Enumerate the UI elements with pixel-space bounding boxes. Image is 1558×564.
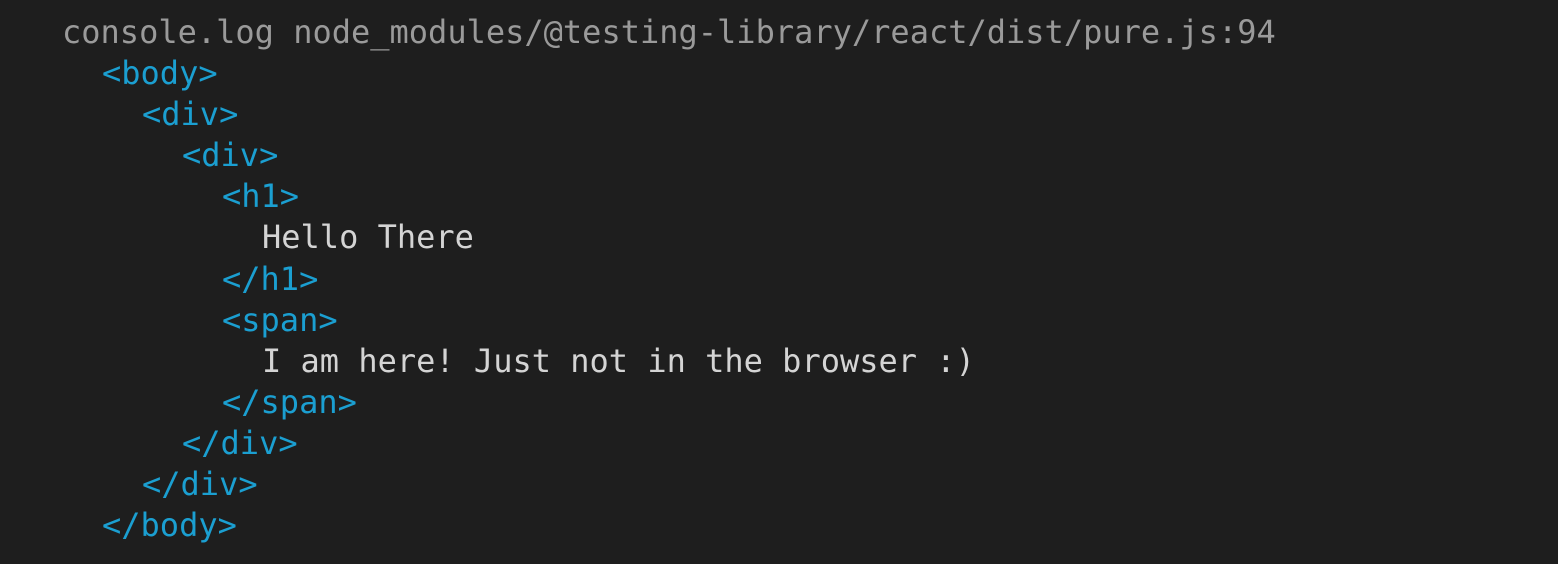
- tag-div-close-inner: </div>: [182, 423, 298, 462]
- tag-h1-close: </h1>: [222, 259, 319, 298]
- tag-span-close: </span>: [222, 382, 357, 421]
- tag-div-open-outer: <div>: [142, 95, 239, 134]
- tag-div-close-outer: </div>: [142, 465, 258, 504]
- console-log-source: console.log node_modules/@testing-librar…: [62, 13, 1276, 51]
- span-text: I am here! Just not in the browser :): [262, 341, 975, 380]
- tag-body-close: </body>: [102, 506, 237, 545]
- tag-h1-open: <h1>: [222, 177, 300, 216]
- console-output: console.log node_modules/@testing-librar…: [0, 0, 1558, 564]
- tag-span-open: <span>: [222, 300, 338, 339]
- h1-text: Hello There: [262, 218, 474, 257]
- tag-body-open: <body>: [102, 54, 218, 93]
- tag-div-open-inner: <div>: [182, 136, 279, 175]
